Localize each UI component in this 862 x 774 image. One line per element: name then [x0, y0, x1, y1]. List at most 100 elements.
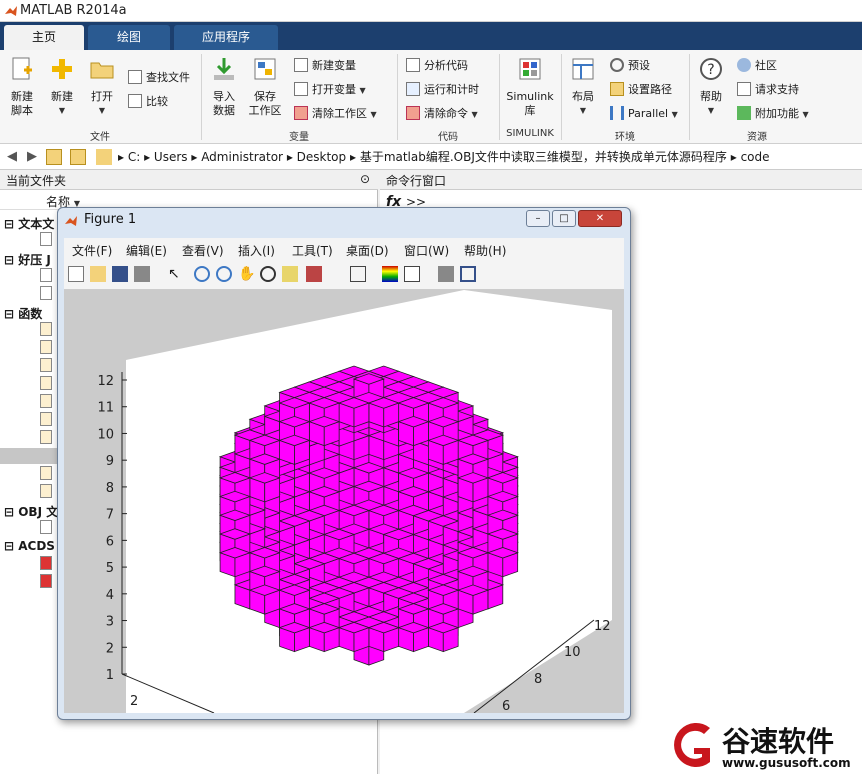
gear-icon — [610, 58, 624, 72]
figure-canvas[interactable]: 1 2 3 4 5 6 7 8 9 10 11 12 2 6 8 10 12 — [64, 290, 624, 714]
brush-icon[interactable] — [306, 266, 322, 282]
z-tick-label: 4 — [106, 588, 114, 603]
png-file-icon[interactable] — [40, 556, 52, 570]
function-file-icon[interactable] — [40, 322, 52, 336]
menu-help[interactable]: 帮助(H) — [464, 242, 506, 259]
panel-menu-icon[interactable]: ⊙ — [360, 172, 370, 186]
pan-hand-icon[interactable]: ✋ — [238, 266, 255, 282]
chevron-down-icon: ▼ — [58, 106, 66, 115]
figure-window[interactable]: Figure 1 – □ ✕ 文件(F) 编辑(E) 查看(V) 插入(I) 工… — [57, 207, 631, 720]
new-script-button[interactable]: 新建 脚本 — [4, 50, 40, 118]
find-files-button[interactable]: 查找文件 — [128, 68, 190, 88]
save-workspace-button[interactable]: 保存 工作区 — [244, 50, 286, 118]
rotate-3d-icon[interactable] — [260, 266, 276, 282]
clear-workspace-button[interactable]: 清除工作区 ▼ — [294, 104, 377, 124]
clear-commands-label: 清除命令 — [424, 107, 468, 120]
legend-icon[interactable] — [404, 266, 420, 282]
colorbar-icon[interactable] — [382, 266, 398, 282]
function-file-icon[interactable] — [40, 394, 52, 408]
open-button[interactable]: 打开 ▼ — [84, 50, 120, 118]
z-tick-label: 11 — [97, 401, 114, 416]
community-button[interactable]: 社区 — [737, 56, 777, 76]
zoom-in-icon[interactable] — [194, 266, 210, 282]
data-cursor-icon[interactable] — [282, 266, 298, 282]
section-acdsee[interactable]: ⊟ ACDS — [4, 539, 55, 553]
svg-text:?: ? — [707, 62, 714, 78]
simulink-library-button[interactable]: Simulink 库 — [504, 50, 556, 118]
minimize-button[interactable]: – — [526, 210, 550, 227]
section-functions[interactable]: ⊟ 函数 — [4, 305, 42, 322]
run-and-time-button[interactable]: 运行和计时 — [406, 80, 479, 100]
function-file-icon[interactable] — [40, 358, 52, 372]
function-file-icon[interactable] — [40, 466, 52, 480]
new-variable-button[interactable]: 新建变量 — [294, 56, 356, 76]
parallel-label: Parallel — [628, 107, 669, 120]
back-arrow-icon[interactable]: ◀ — [4, 149, 20, 165]
crumb[interactable]: Users — [154, 150, 188, 164]
crumb[interactable]: code — [741, 150, 770, 164]
menu-insert[interactable]: 插入(I) — [238, 242, 275, 259]
show-plot-tools-icon[interactable] — [460, 266, 476, 282]
analyze-code-button[interactable]: 分析代码 — [406, 56, 468, 76]
menu-desktop[interactable]: 桌面(D) — [346, 242, 389, 259]
add-ons-button[interactable]: 附加功能 ▼ — [737, 104, 809, 124]
obj-file-icon[interactable] — [40, 520, 52, 534]
new-figure-icon[interactable] — [68, 266, 84, 282]
open-variable-button[interactable]: 打开变量 ▼ — [294, 80, 366, 100]
set-path-button[interactable]: 设置路径 — [610, 80, 672, 100]
maximize-button[interactable]: □ — [552, 210, 576, 227]
crumb[interactable]: Desktop — [297, 150, 347, 164]
figure-toolbar: ↖ ✋ — [64, 260, 624, 290]
function-file-icon[interactable] — [40, 340, 52, 354]
hide-plot-tools-icon[interactable] — [438, 266, 454, 282]
function-file-icon[interactable] — [40, 484, 52, 498]
pointer-icon[interactable]: ↖ — [168, 266, 184, 282]
link-plot-icon[interactable] — [350, 266, 366, 282]
print-icon[interactable] — [134, 266, 150, 282]
parallel-button[interactable]: Parallel ▼ — [610, 104, 678, 124]
y-tick-label: 10 — [564, 645, 581, 660]
layout-button[interactable]: 布局 ▼ — [565, 50, 601, 118]
request-support-button[interactable]: 请求支持 — [737, 80, 799, 100]
browse-folder-icon[interactable] — [70, 149, 86, 165]
function-file-icon[interactable] — [40, 430, 52, 444]
section-text-files[interactable]: ⊟ 文本文 — [4, 215, 54, 232]
section-obj[interactable]: ⊟ OBJ 文 — [4, 503, 58, 520]
zoom-out-icon[interactable] — [216, 266, 232, 282]
import-data-button[interactable]: 导入 数据 — [206, 50, 242, 118]
voxel-plot[interactable]: 123456789101112 2 6 8 10 12 — [64, 290, 624, 714]
new-button[interactable]: 新建 ▼ — [44, 50, 80, 118]
preferences-button[interactable]: 预设 — [610, 56, 650, 76]
crumb[interactable]: 基于matlab编程.OBJ文件中读取三维模型，并转换成单元体源码程序 — [360, 150, 727, 164]
save-icon[interactable] — [112, 266, 128, 282]
up-folder-icon[interactable] — [46, 149, 62, 165]
png-file-icon[interactable] — [40, 574, 52, 588]
file-icon[interactable] — [40, 232, 52, 246]
archive-file-icon[interactable] — [40, 268, 52, 282]
z-tick-label: 3 — [106, 615, 114, 630]
function-file-icon[interactable] — [40, 376, 52, 390]
menu-tools[interactable]: 工具(T) — [292, 242, 333, 259]
close-button[interactable]: ✕ — [578, 210, 622, 227]
menu-view[interactable]: 查看(V) — [182, 242, 224, 259]
menu-file[interactable]: 文件(F) — [72, 242, 112, 259]
breadcrumb[interactable]: ▸ C: ▸ Users ▸ Administrator ▸ Desktop ▸… — [118, 148, 770, 165]
tab-home[interactable]: 主页 — [4, 25, 84, 50]
tab-plots[interactable]: 绘图 — [88, 25, 170, 50]
open-file-icon[interactable] — [90, 266, 106, 282]
clear-commands-button[interactable]: 清除命令 ▼ — [406, 104, 478, 124]
crumb[interactable]: Administrator — [201, 150, 283, 164]
menu-window[interactable]: 窗口(W) — [404, 242, 449, 259]
forward-arrow-icon[interactable]: ▶ — [24, 149, 40, 165]
section-archive[interactable]: ⊟ 好压 J — [4, 251, 51, 268]
compare-icon — [128, 94, 142, 108]
tab-apps[interactable]: 应用程序 — [174, 25, 278, 50]
help-button[interactable]: ? 帮助 ▼ — [694, 50, 728, 118]
figure-menubar: 文件(F) 编辑(E) 查看(V) 插入(I) 工具(T) 桌面(D) 窗口(W… — [64, 238, 624, 260]
menu-edit[interactable]: 编辑(E) — [126, 242, 167, 259]
archive-file-icon[interactable] — [40, 286, 52, 300]
z-tick-label: 1 — [106, 668, 114, 683]
crumb[interactable]: C: — [128, 150, 140, 164]
function-file-icon[interactable] — [40, 412, 52, 426]
compare-button[interactable]: 比较 — [128, 92, 168, 112]
